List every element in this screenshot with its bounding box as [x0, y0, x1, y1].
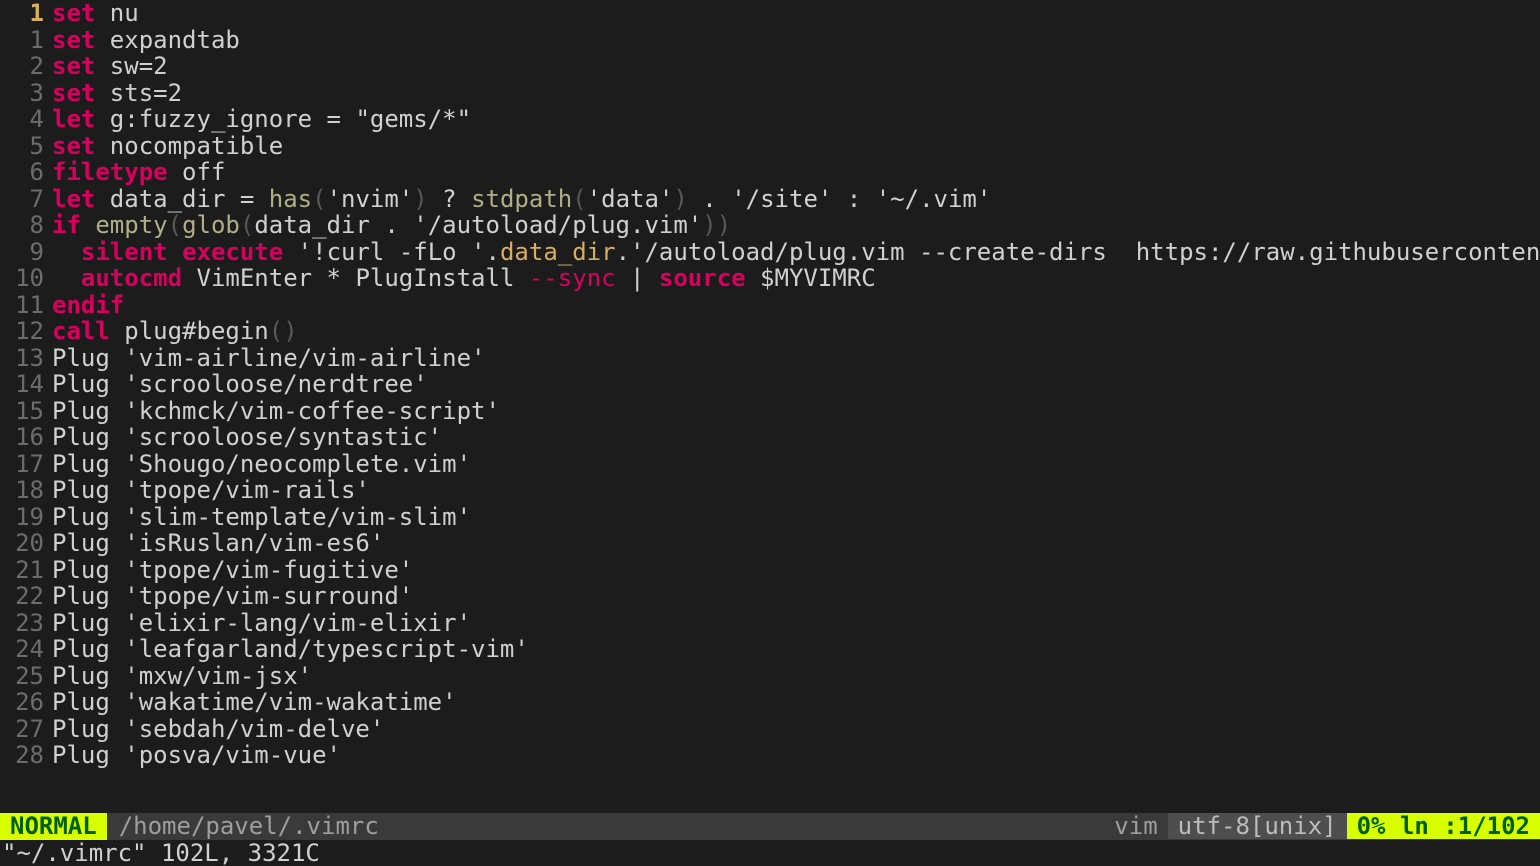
line-content: Plug 'isRuslan/vim-es6'	[52, 530, 1540, 557]
code-line: 4 let g:fuzzy_ignore = "gems/*"	[0, 106, 1540, 133]
code-line: 19Plug 'slim-template/vim-slim'	[0, 504, 1540, 531]
line-content: let data_dir = has('nvim') ? stdpath('da…	[52, 186, 1540, 213]
line-number: 8	[0, 212, 52, 239]
vim-editor[interactable]: 1 set nu 1 set expandtab 2 set sw=2 3 se…	[0, 0, 1540, 866]
line-content: Plug 'tpope/vim-fugitive'	[52, 557, 1540, 584]
line-content: Plug 'vim-airline/vim-airline'	[52, 345, 1540, 372]
line-content: Plug 'leafgarland/typescript-vim'	[52, 636, 1540, 663]
code-line: 3 set sts=2	[0, 80, 1540, 107]
line-number: 27	[0, 716, 52, 743]
command-line[interactable]: "~/.vimrc" 102L, 3321C	[0, 840, 1540, 866]
line-number: 26	[0, 689, 52, 716]
code-line: 14Plug 'scrooloose/nerdtree'	[0, 371, 1540, 398]
code-line: 2 set sw=2	[0, 53, 1540, 80]
code-line: 8 if empty(glob(data_dir . '/autoload/pl…	[0, 212, 1540, 239]
code-line: 6 filetype off	[0, 159, 1540, 186]
line-content: set nu	[52, 0, 1540, 27]
code-line: 21Plug 'tpope/vim-fugitive'	[0, 557, 1540, 584]
code-line: 17Plug 'Shougo/neocomplete.vim'	[0, 451, 1540, 478]
code-line: 26Plug 'wakatime/vim-wakatime'	[0, 689, 1540, 716]
line-content: silent execute '!curl -fLo '.data_dir.'/…	[52, 239, 1540, 266]
line-number: 11	[0, 292, 52, 319]
code-line: 9 silent execute '!curl -fLo '.data_dir.…	[0, 239, 1540, 266]
line-content: Plug 'Shougo/neocomplete.vim'	[52, 451, 1540, 478]
code-line: 1 set nu	[0, 0, 1540, 27]
line-number: 21	[0, 557, 52, 584]
line-number: 10	[0, 265, 52, 292]
line-content: let g:fuzzy_ignore = "gems/*"	[52, 106, 1540, 133]
line-number: 5	[0, 133, 52, 160]
line-content: set expandtab	[52, 27, 1540, 54]
line-content: Plug 'wakatime/vim-wakatime'	[52, 689, 1540, 716]
line-number: 13	[0, 345, 52, 372]
code-line: 16Plug 'scrooloose/syntastic'	[0, 424, 1540, 451]
line-number: 2	[0, 53, 52, 80]
line-content: Plug 'scrooloose/syntastic'	[52, 424, 1540, 451]
code-area[interactable]: 1 set nu 1 set expandtab 2 set sw=2 3 se…	[0, 0, 1540, 769]
code-line: 25Plug 'mxw/vim-jsx'	[0, 663, 1540, 690]
line-content: Plug 'mxw/vim-jsx'	[52, 663, 1540, 690]
line-content: Plug 'scrooloose/nerdtree'	[52, 371, 1540, 398]
code-line: 24Plug 'leafgarland/typescript-vim'	[0, 636, 1540, 663]
line-content: Plug 'posva/vim-vue'	[52, 742, 1540, 769]
line-content: autocmd VimEnter * PlugInstall --sync | …	[52, 265, 1540, 292]
line-content: if empty(glob(data_dir . '/autoload/plug…	[52, 212, 1540, 239]
line-number: 14	[0, 371, 52, 398]
line-number: 20	[0, 530, 52, 557]
code-line: 13Plug 'vim-airline/vim-airline'	[0, 345, 1540, 372]
file-path: /home/pavel/.vimrc	[107, 813, 1105, 840]
filetype-indicator: vim	[1104, 813, 1167, 840]
line-number: 4	[0, 106, 52, 133]
line-number: 28	[0, 742, 52, 769]
code-line: 1 set expandtab	[0, 27, 1540, 54]
line-number: 22	[0, 583, 52, 610]
code-line: 23Plug 'elixir-lang/vim-elixir'	[0, 610, 1540, 637]
line-content: Plug 'tpope/vim-rails'	[52, 477, 1540, 504]
code-line: 12 call plug#begin()	[0, 318, 1540, 345]
line-number: 9	[0, 239, 52, 266]
line-number: 17	[0, 451, 52, 478]
line-number: 12	[0, 318, 52, 345]
position-indicator: 0% ln :1/102	[1347, 813, 1540, 840]
code-line: 18Plug 'tpope/vim-rails'	[0, 477, 1540, 504]
line-number: 18	[0, 477, 52, 504]
code-line: 28Plug 'posva/vim-vue'	[0, 742, 1540, 769]
code-line: 15Plug 'kchmck/vim-coffee-script'	[0, 398, 1540, 425]
line-number: 15	[0, 398, 52, 425]
line-content: Plug 'slim-template/vim-slim'	[52, 504, 1540, 531]
line-number: 25	[0, 663, 52, 690]
line-content: endif	[52, 292, 1540, 319]
line-content: Plug 'kchmck/vim-coffee-script'	[52, 398, 1540, 425]
line-content: set sw=2	[52, 53, 1540, 80]
line-number: 7	[0, 186, 52, 213]
status-line: NORMAL /home/pavel/.vimrc vim utf-8[unix…	[0, 813, 1540, 840]
code-line: 11 endif	[0, 292, 1540, 319]
code-line: 7 let data_dir = has('nvim') ? stdpath('…	[0, 186, 1540, 213]
line-number-current: 1	[0, 0, 52, 27]
code-line: 20Plug 'isRuslan/vim-es6'	[0, 530, 1540, 557]
line-content: Plug 'tpope/vim-surround'	[52, 583, 1540, 610]
line-number: 1	[0, 27, 52, 54]
line-content: Plug 'elixir-lang/vim-elixir'	[52, 610, 1540, 637]
line-content: set sts=2	[52, 80, 1540, 107]
line-content: set nocompatible	[52, 133, 1540, 160]
line-number: 24	[0, 636, 52, 663]
line-content: call plug#begin()	[52, 318, 1540, 345]
line-number: 23	[0, 610, 52, 637]
code-line: 10 autocmd VimEnter * PlugInstall --sync…	[0, 265, 1540, 292]
vim-mode-indicator: NORMAL	[0, 813, 107, 840]
code-line: 27Plug 'sebdah/vim-delve'	[0, 716, 1540, 743]
code-line: 5 set nocompatible	[0, 133, 1540, 160]
line-number: 19	[0, 504, 52, 531]
encoding-indicator: utf-8[unix]	[1168, 813, 1347, 840]
line-number: 6	[0, 159, 52, 186]
line-number: 16	[0, 424, 52, 451]
code-line: 22Plug 'tpope/vim-surround'	[0, 583, 1540, 610]
line-content: filetype off	[52, 159, 1540, 186]
line-content: Plug 'sebdah/vim-delve'	[52, 716, 1540, 743]
line-number: 3	[0, 80, 52, 107]
